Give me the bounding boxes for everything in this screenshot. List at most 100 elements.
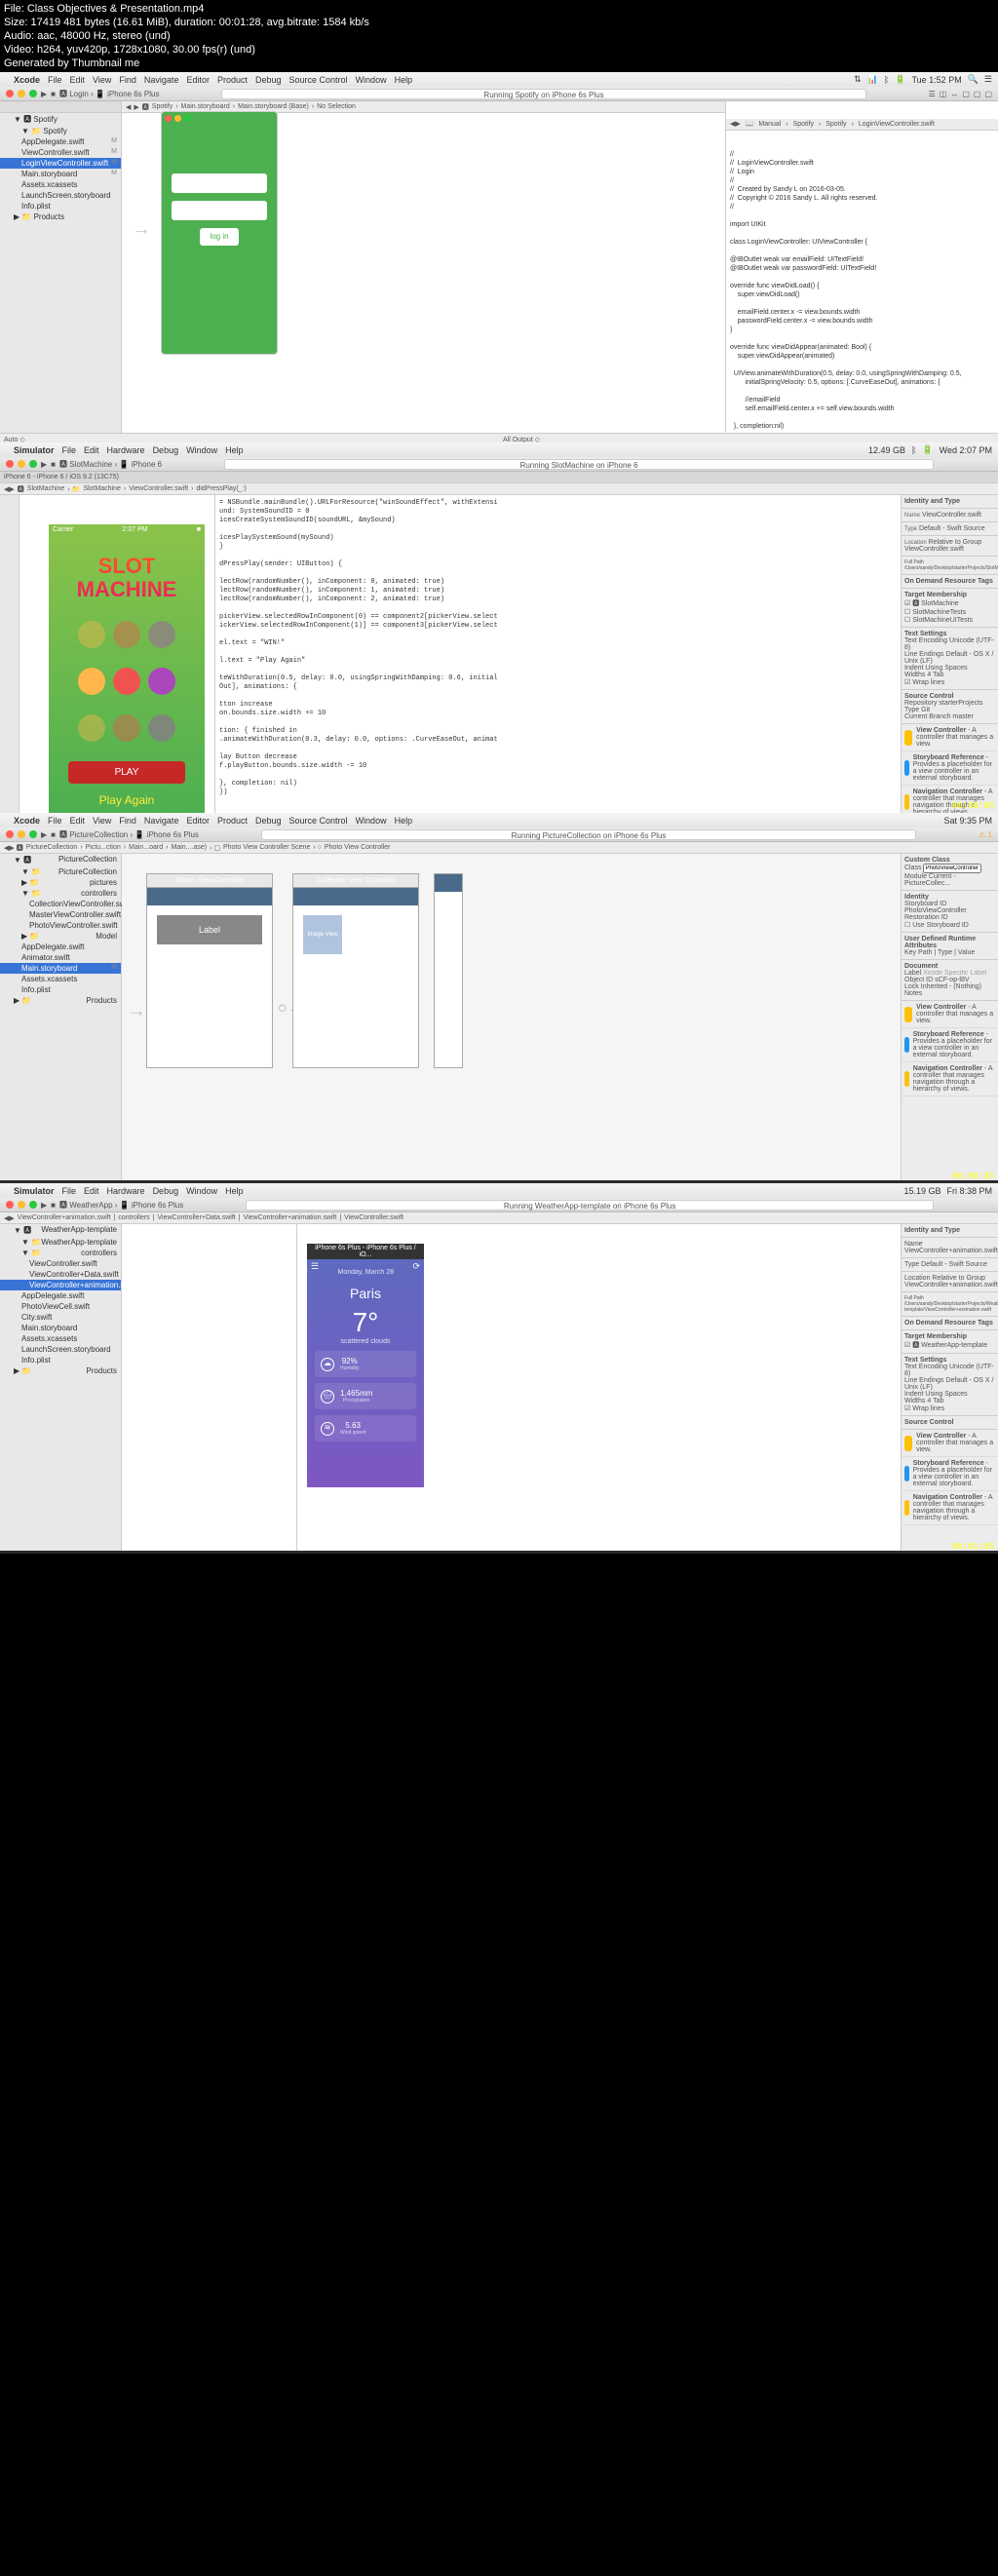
stop-button[interactable]: ■: [51, 830, 56, 839]
menu-editor[interactable]: Editor: [186, 75, 210, 85]
scheme[interactable]: 🅰 SlotMachine › 📱 iPhone 6: [59, 459, 162, 470]
clock[interactable]: Wed 2:07 PM: [940, 445, 992, 455]
minimize-button[interactable]: [18, 830, 25, 838]
stop-button[interactable]: ■: [51, 460, 56, 469]
assistant-editor[interactable]: ◀▶ 📖 Manual › Spotify › Spotify › LoginV…: [725, 101, 998, 433]
run-button[interactable]: ▶: [41, 1201, 47, 1210]
scheme[interactable]: 🅰 PictureCollection › 📱 iPhone 6s Plus: [59, 829, 199, 840]
editor-mode-standard[interactable]: ☰: [929, 90, 936, 98]
class-field[interactable]: [923, 864, 981, 873]
toggle-utilities[interactable]: ▢: [984, 90, 992, 98]
menu-icon[interactable]: ☰: [311, 1261, 319, 1276]
zoom-button[interactable]: [29, 460, 37, 468]
menu-view[interactable]: View: [93, 75, 111, 85]
navigator-collapsed[interactable]: [0, 495, 19, 817]
stop-button[interactable]: ■: [51, 90, 56, 98]
nav-file[interactable]: LaunchScreen.storyboard: [0, 190, 121, 201]
nav-file[interactable]: ViewController+Data.swift: [0, 1269, 121, 1280]
refresh-icon[interactable]: ⟳: [412, 1261, 420, 1276]
nav-file[interactable]: Assets.xcassets: [0, 974, 121, 984]
nav-file[interactable]: MasterViewController.swift: [0, 909, 121, 920]
source-code-left[interactable]: // ViewController+animation.swift // Wea…: [122, 1224, 297, 1551]
nav-file[interactable]: Info.plist: [0, 1355, 121, 1365]
nav-folder[interactable]: ▶ 📁 Products: [0, 995, 121, 1006]
nav-file[interactable]: Main.storyboardM: [0, 169, 121, 179]
nav-folder[interactable]: ▼ 📁 WeatherApp-template: [0, 1237, 121, 1248]
app-name[interactable]: Xcode: [14, 75, 40, 85]
menu-source-control[interactable]: Source Control: [289, 75, 348, 85]
memory-indicator[interactable]: 12.49 GB: [868, 445, 905, 455]
simulator-screen[interactable]: iPhone 6s Plus - iPhone 6s Plus / iO... …: [307, 1244, 424, 1487]
collection-vc-scene[interactable]: Collection View Controller Image View: [292, 873, 419, 1068]
nav-folder[interactable]: ▼ 📁 Spotify: [0, 126, 121, 136]
menu-debug[interactable]: Debug: [153, 445, 179, 455]
scheme-selector[interactable]: 🅰 Login › 📱 iPhone 6s Plus: [59, 89, 159, 99]
app-name[interactable]: Simulator: [14, 1186, 55, 1196]
close-button[interactable]: [6, 90, 14, 97]
scheme[interactable]: 🅰 WeatherApp › 📱 iPhone 6s Plus: [59, 1200, 183, 1211]
master-vc-scene[interactable]: Master View Controller Label: [146, 873, 273, 1068]
nav-folder[interactable]: ▼ 📁 controllers: [0, 1248, 121, 1258]
menu-navigate[interactable]: Navigate: [144, 75, 179, 85]
object-library-item[interactable]: Storyboard Reference - Provides a placeh…: [902, 1457, 998, 1491]
zoom-button[interactable]: [29, 830, 37, 838]
menu-hardware[interactable]: Hardware: [107, 445, 145, 455]
nav-file[interactable]: Info.plist: [0, 201, 121, 211]
object-library-item[interactable]: Navigation Controller - A controller tha…: [902, 1062, 998, 1096]
nav-folder[interactable]: ▼ 📁 controllers: [0, 888, 121, 899]
source-code[interactable]: = NSBundle.mainBundle().URLForResource("…: [214, 495, 497, 817]
nav-folder[interactable]: ▶ 📁 Model: [0, 931, 121, 942]
segue-arrow-icon[interactable]: →: [132, 218, 151, 241]
run-button[interactable]: ▶: [41, 460, 47, 469]
entry-arrow-icon[interactable]: →: [127, 1000, 146, 1022]
nav-file[interactable]: ViewController.swift: [0, 1258, 121, 1269]
nav-project[interactable]: ▼ 🅰 Spotify: [0, 113, 121, 126]
menu-help[interactable]: Help: [225, 445, 244, 455]
nav-file[interactable]: AppDelegate.swift: [0, 942, 121, 952]
nav-folder[interactable]: ▶ 📁 Products: [0, 211, 121, 222]
menu-window[interactable]: Window: [356, 75, 387, 85]
menu-find[interactable]: Find: [119, 75, 136, 85]
editor-mode-version[interactable]: ↔: [950, 90, 958, 98]
nav-file[interactable]: PhotoViewController.swift: [0, 920, 121, 931]
nav-folder[interactable]: ▶ 📁 pictures: [0, 877, 121, 888]
nav-project[interactable]: ▼ 🅰 WeatherApp-template: [0, 1224, 121, 1237]
minimize-button[interactable]: [18, 460, 25, 468]
storyboard-canvas[interactable]: → Master View Controller Label ○→ Collec…: [122, 854, 901, 1180]
nav-folder[interactable]: ▼ 📁 PictureCollection: [0, 866, 121, 877]
close-button[interactable]: [6, 1201, 14, 1209]
clock[interactable]: Tue 1:52 PM: [912, 75, 962, 85]
label-preview[interactable]: Label: [157, 915, 262, 944]
menu-file[interactable]: File: [62, 445, 77, 455]
minimize-button[interactable]: [18, 1201, 25, 1209]
nav-folder[interactable]: ▶ 📁 Products: [0, 1365, 121, 1376]
stop-button[interactable]: ■: [51, 1201, 56, 1210]
navigator-tabs[interactable]: [0, 101, 121, 113]
nav-project[interactable]: ▼ 🅰 PictureCollection: [0, 854, 121, 866]
nav-file[interactable]: Assets.xcassets: [0, 1333, 121, 1344]
menu-help[interactable]: Help: [395, 75, 413, 85]
object-library-item[interactable]: Storyboard Reference - Provides a placeh…: [902, 1028, 998, 1062]
nav-file[interactable]: Main.storyboard: [0, 1323, 121, 1333]
app-name[interactable]: Simulator: [14, 445, 55, 455]
jump-bar[interactable]: ◀▶ 🅰 PictureCollection › Pictu...ction ›…: [0, 842, 998, 854]
menu-window[interactable]: Window: [186, 445, 217, 455]
toggle-debug[interactable]: ▢: [974, 90, 981, 98]
photo-vc-scene[interactable]: [434, 873, 463, 1068]
object-library-item[interactable]: View Controller - A controller that mana…: [902, 1430, 998, 1457]
editor-mode-assistant[interactable]: ◫: [940, 90, 947, 98]
nav-file[interactable]: Info.plist: [0, 984, 121, 995]
object-library-item[interactable]: Navigation Controller - A controller tha…: [902, 1491, 998, 1525]
nav-file[interactable]: AppDelegate.swiftM: [0, 136, 121, 147]
nav-file-selected[interactable]: ViewController+animation.swift?: [0, 1280, 121, 1290]
spotlight-icon[interactable]: 🔍: [968, 74, 979, 85]
bluetooth-icon[interactable]: ᛒ: [911, 445, 916, 455]
menu-edit[interactable]: Edit: [70, 75, 86, 85]
menu-edit[interactable]: Edit: [84, 445, 99, 455]
toggle-navigator[interactable]: ▢: [962, 90, 970, 98]
nav-file-selected[interactable]: LoginViewController.swiftM: [0, 158, 121, 169]
storyboard-scene[interactable]: log in: [161, 111, 278, 355]
nav-file[interactable]: ViewController.swiftM: [0, 147, 121, 158]
nav-file[interactable]: City.swift: [0, 1312, 121, 1323]
nav-file[interactable]: Assets.xcassets: [0, 179, 121, 190]
